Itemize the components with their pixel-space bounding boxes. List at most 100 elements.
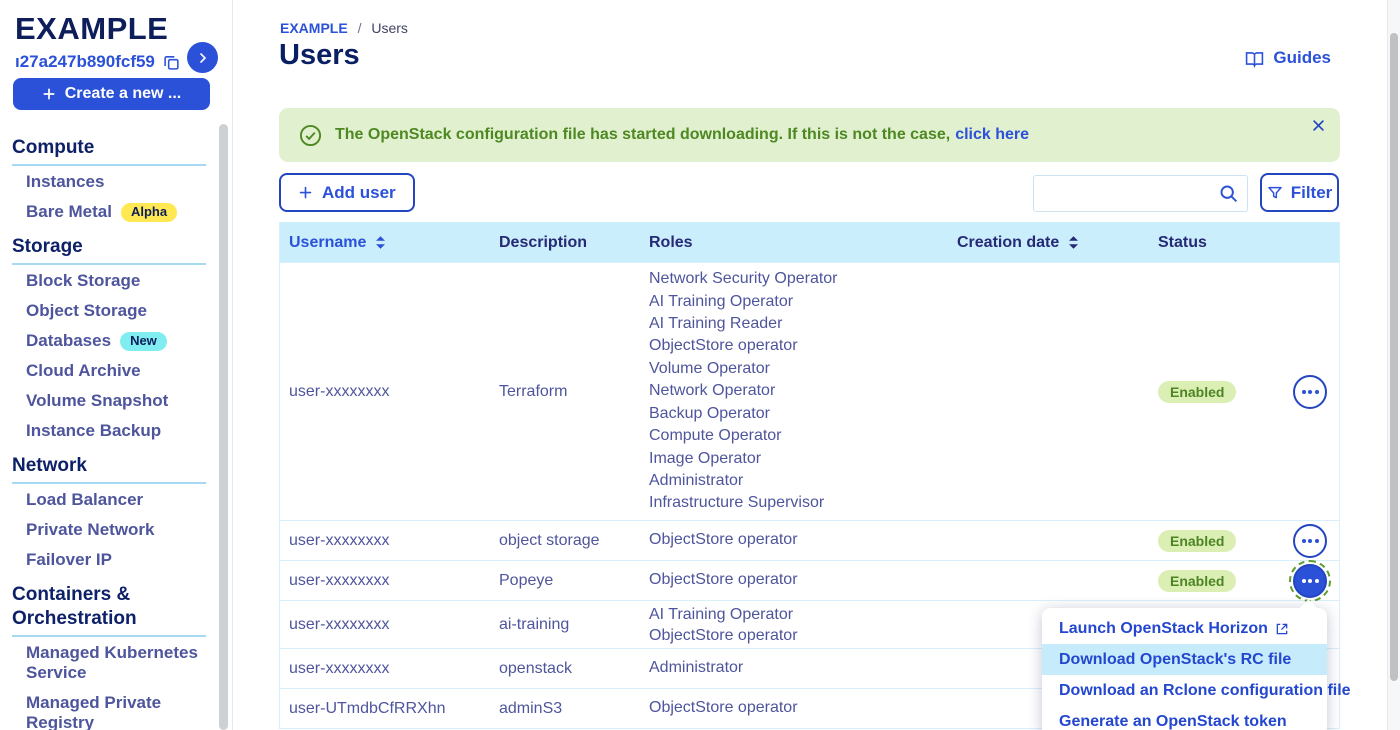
column-header-status: Status: [1158, 234, 1281, 252]
sidebar-item-load-balancer[interactable]: Load Balancer: [0, 485, 232, 515]
sidebar-item-failover-ip[interactable]: Failover IP: [0, 545, 232, 575]
status-badge: Enabled: [1158, 530, 1236, 552]
create-new-button[interactable]: Create a new ...: [13, 78, 210, 110]
page-title: Users: [279, 39, 360, 72]
section-title-compute: Compute: [12, 136, 220, 160]
close-icon[interactable]: [1311, 118, 1326, 133]
alert-message: The OpenStack configuration file has sta…: [335, 126, 950, 144]
cell-description: adminS3: [499, 700, 649, 718]
breadcrumb-root-link[interactable]: EXAMPLE: [280, 20, 348, 36]
copy-icon[interactable]: [163, 54, 180, 71]
breadcrumb-separator: /: [358, 20, 362, 36]
row-actions-button-active[interactable]: [1293, 564, 1327, 598]
section-rule: [12, 164, 206, 166]
sidebar-item-instances[interactable]: Instances: [0, 167, 232, 197]
table-row: user-xxxxxxxx object storage ObjectStore…: [280, 520, 1339, 560]
cell-description: openstack: [499, 660, 649, 678]
page-scrollbar-track: [1387, 0, 1400, 730]
search-icon: [1218, 183, 1239, 204]
sidebar-item-managed-kubernetes[interactable]: Managed Kubernetes Service: [0, 638, 232, 688]
funnel-icon: [1267, 185, 1283, 201]
sidebar-item-instance-backup[interactable]: Instance Backup: [0, 416, 232, 446]
chevron-right-icon: [197, 52, 209, 64]
breadcrumb-current: Users: [371, 20, 408, 36]
sidebar-item-volume-snapshot[interactable]: Volume Snapshot: [0, 386, 232, 416]
menu-item-download-rc-file[interactable]: Download OpenStack's RC file: [1042, 644, 1327, 675]
table-row: user-xxxxxxxx Terraform Network Security…: [280, 262, 1339, 520]
cell-username: user-xxxxxxxx: [280, 616, 499, 634]
sidebar-item-private-network[interactable]: Private Network: [0, 515, 232, 545]
column-header-creation-date[interactable]: Creation date: [957, 234, 1158, 252]
account-id: ı27a247b890fcf59: [15, 52, 155, 72]
cell-roles: ObjectStore operator: [649, 529, 957, 551]
cell-username: user-xxxxxxxx: [280, 572, 499, 590]
sidebar-collapse-button[interactable]: [187, 42, 218, 73]
cell-status: Enabled: [1158, 570, 1281, 592]
sidebar-item-managed-registry[interactable]: Managed Private Registry: [0, 688, 232, 730]
column-header-username[interactable]: Username: [280, 234, 499, 252]
cell-roles: ObjectStore operator: [649, 569, 957, 591]
cell-roles: Network Security OperatorAI Training Ope…: [649, 268, 957, 514]
add-user-button[interactable]: Add user: [279, 173, 415, 212]
plus-icon: [298, 185, 313, 200]
alert-click-here-link[interactable]: click here: [955, 126, 1029, 144]
cell-description: Terraform: [499, 383, 649, 401]
sidebar-item-databases[interactable]: DatabasesNew: [0, 326, 232, 356]
section-rule: [12, 482, 206, 484]
cell-username: user-UTmdbCfRRXhn: [280, 700, 499, 718]
section-rule: [12, 635, 206, 637]
sidebar-item-bare-metal[interactable]: Bare MetalAlpha: [0, 197, 232, 227]
external-link-icon: [1275, 622, 1289, 636]
table-header-row: Username Description Roles Creation date…: [280, 222, 1339, 262]
status-badge: Enabled: [1158, 381, 1236, 403]
section-title-containers: Containers & Orchestration: [12, 583, 220, 631]
column-header-roles: Roles: [649, 234, 957, 252]
book-icon: [1245, 49, 1264, 68]
cell-username: user-xxxxxxxx: [280, 660, 499, 678]
search-input[interactable]: [1033, 175, 1248, 212]
guides-button[interactable]: Guides: [1245, 48, 1331, 68]
status-badge: Enabled: [1158, 570, 1236, 592]
breadcrumb: EXAMPLE / Users: [280, 20, 408, 36]
cell-roles: Administrator: [649, 657, 957, 679]
cell-status: Enabled: [1158, 530, 1281, 552]
check-circle-icon: [299, 124, 322, 147]
sidebar-nav: Compute Instances Bare MetalAlpha Storag…: [0, 136, 232, 730]
row-actions-menu: Launch OpenStack Horizon Download OpenSt…: [1042, 608, 1327, 730]
cell-description: object storage: [499, 532, 649, 550]
filter-button[interactable]: Filter: [1260, 173, 1339, 212]
cell-username: user-xxxxxxxx: [280, 383, 499, 401]
plus-icon: [42, 87, 56, 101]
alpha-badge: Alpha: [121, 203, 177, 222]
sidebar: EXAMPLE ı27a247b890fcf59 Create a new ..…: [0, 0, 233, 730]
menu-item-launch-horizon[interactable]: Launch OpenStack Horizon: [1042, 613, 1327, 644]
section-rule: [12, 263, 206, 265]
row-actions-button[interactable]: [1293, 375, 1327, 409]
sidebar-scrollbar[interactable]: [219, 124, 228, 730]
main-content: EXAMPLE / Users Users Guides The OpenSta…: [233, 0, 1400, 730]
column-header-description: Description: [499, 234, 649, 252]
cell-description: Popeye: [499, 572, 649, 590]
menu-item-download-rclone-config[interactable]: Download an Rclone configuration file: [1042, 675, 1327, 706]
cell-username: user-xxxxxxxx: [280, 532, 499, 550]
sidebar-item-object-storage[interactable]: Object Storage: [0, 296, 232, 326]
page-scrollbar-thumb[interactable]: [1390, 33, 1398, 681]
cell-description: ai-training: [499, 616, 649, 634]
success-alert: The OpenStack configuration file has sta…: [279, 108, 1340, 162]
sort-icon: [1069, 236, 1078, 249]
ellipsis-icon: [1302, 539, 1319, 543]
cell-roles: ObjectStore operator: [649, 697, 957, 719]
cell-roles: AI Training OperatorObjectStore operator: [649, 604, 957, 646]
sidebar-item-cloud-archive[interactable]: Cloud Archive: [0, 356, 232, 386]
sidebar-item-block-storage[interactable]: Block Storage: [0, 266, 232, 296]
section-title-storage: Storage: [12, 235, 220, 259]
sort-icon: [376, 236, 385, 249]
ellipsis-icon: [1302, 579, 1319, 583]
brand-logo: EXAMPLE: [15, 12, 232, 46]
cell-status: Enabled: [1158, 381, 1281, 403]
menu-item-generate-token[interactable]: Generate an OpenStack token: [1042, 706, 1327, 730]
row-actions-button[interactable]: [1293, 524, 1327, 558]
new-badge: New: [120, 332, 167, 351]
table-row: user-xxxxxxxx Popeye ObjectStore operato…: [280, 560, 1339, 600]
section-title-network: Network: [12, 454, 220, 478]
